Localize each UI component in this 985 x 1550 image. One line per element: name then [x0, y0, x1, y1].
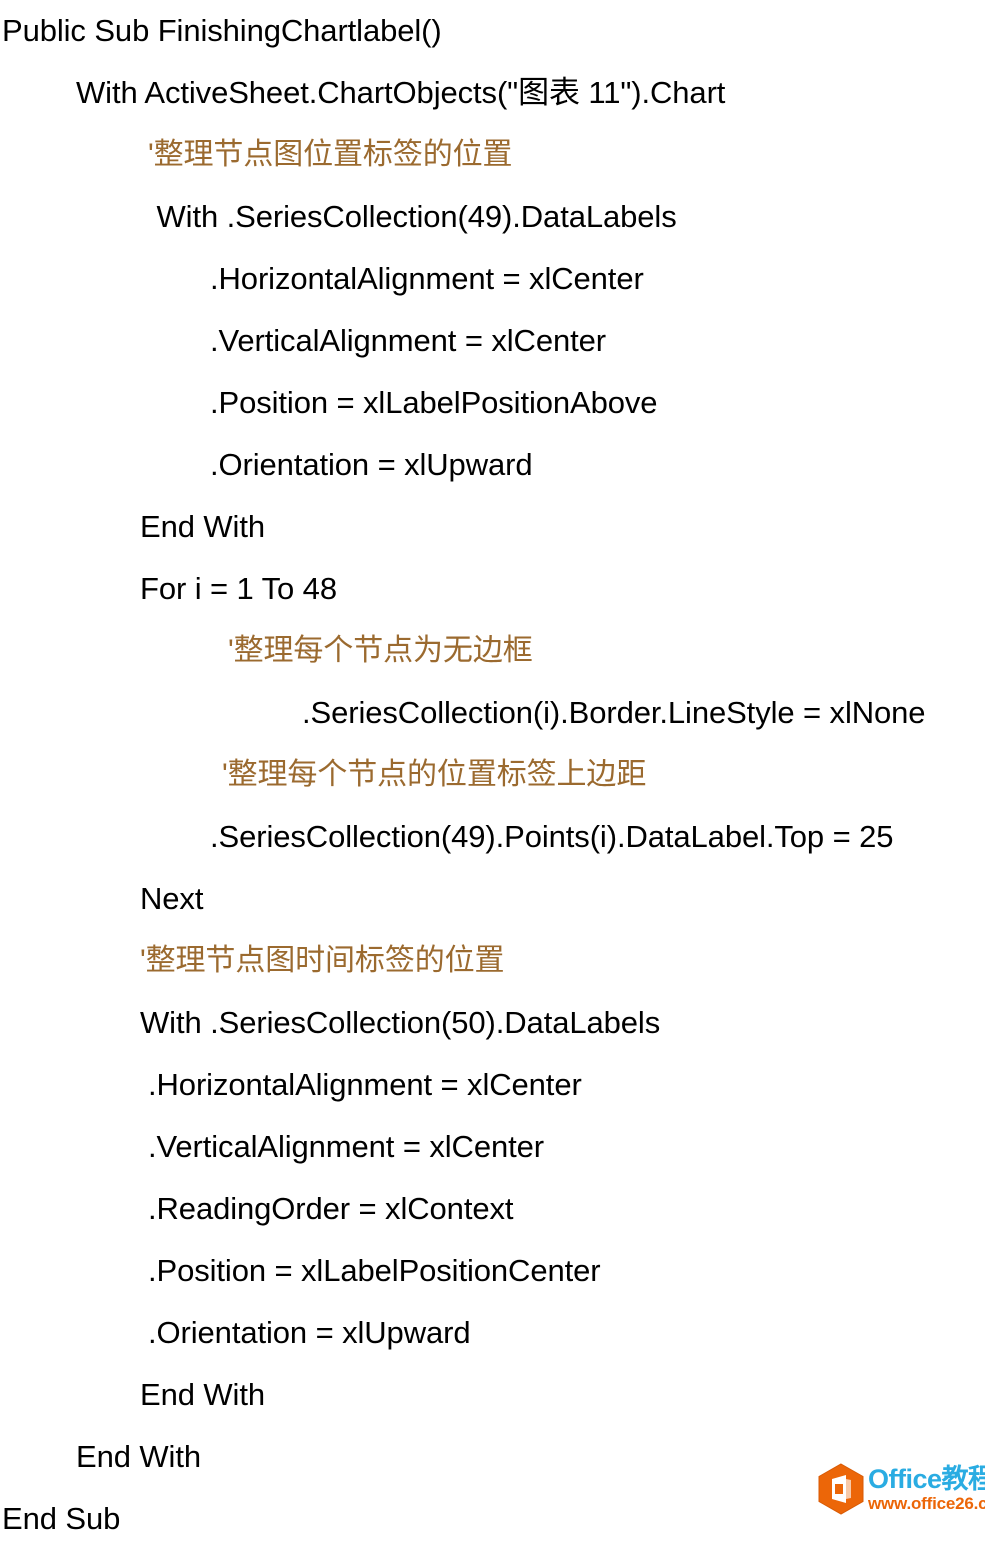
- code-line: End With: [140, 1377, 265, 1412]
- code-line: .SeriesCollection(49).Points(i).DataLabe…: [210, 819, 894, 854]
- watermark-text: Office教程网 www.office26.com: [868, 1464, 985, 1513]
- code-line: Next: [140, 881, 204, 916]
- code-line: .SeriesCollection(i).Border.LineStyle = …: [302, 695, 926, 730]
- code-line: End With: [140, 509, 265, 544]
- code-line: .VerticalAlignment = xlCenter: [148, 1129, 544, 1164]
- site-watermark: Office教程网 www.office26.com: [818, 1458, 985, 1520]
- code-line: .Position = xlLabelPositionCenter: [148, 1253, 601, 1288]
- code-line: .Position = xlLabelPositionAbove: [210, 385, 658, 420]
- code-line: With ActiveSheet.ChartObjects("图表 11").C…: [76, 75, 726, 110]
- code-line: With .SeriesCollection(49).DataLabels: [148, 199, 677, 234]
- watermark-url: www.office26.com: [868, 1494, 985, 1513]
- code-line: For i = 1 To 48: [140, 571, 337, 606]
- code-line: Public Sub FinishingChartlabel(): [2, 13, 442, 48]
- code-line: .VerticalAlignment = xlCenter: [210, 323, 606, 358]
- office-hexagon-logo-icon: [818, 1463, 864, 1515]
- code-line: .Orientation = xlUpward: [210, 447, 533, 482]
- code-listing: Public Sub FinishingChartlabel() With Act…: [0, 0, 985, 1550]
- code-line: .HorizontalAlignment = xlCenter: [148, 1067, 582, 1102]
- code-line: With .SeriesCollection(50).DataLabels: [140, 1005, 661, 1040]
- code-comment-line: '整理节点图位置标签的位置: [148, 138, 513, 171]
- code-line: .Orientation = xlUpward: [148, 1315, 471, 1350]
- code-line: .ReadingOrder = xlContext: [148, 1191, 514, 1226]
- code-comment-line: '整理节点图时间标签的位置: [140, 944, 505, 977]
- code-comment-line: '整理每个节点的位置标签上边距: [222, 758, 647, 791]
- code-line: .HorizontalAlignment = xlCenter: [210, 261, 644, 296]
- watermark-site-name: Office教程网: [868, 1464, 985, 1494]
- code-comment-line: '整理每个节点为无边框: [228, 634, 533, 667]
